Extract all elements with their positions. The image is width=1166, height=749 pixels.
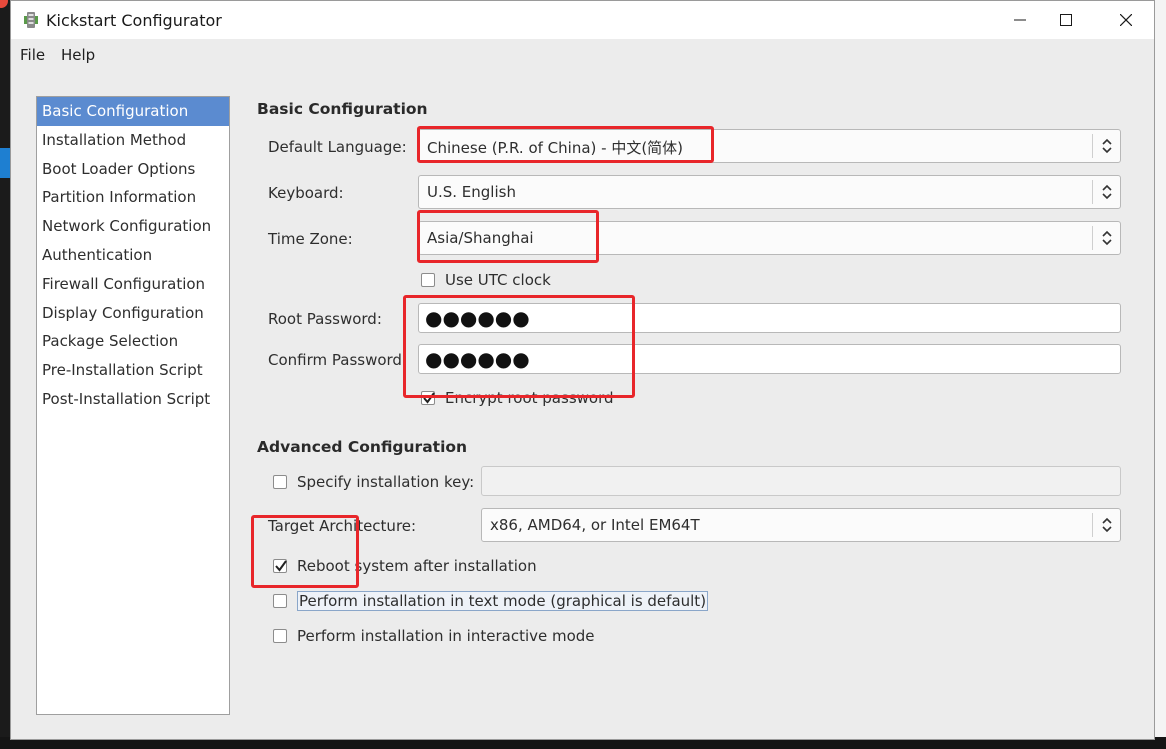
root-password-label: Root Password: [268, 310, 382, 328]
use-utc-box[interactable] [421, 273, 435, 287]
kickstart-window: Kickstart Configurator File Help Basic C… [10, 0, 1155, 740]
encrypt-password-box[interactable] [421, 391, 435, 405]
time-zone-value: Asia/Shanghai [427, 229, 534, 247]
advanced-section-title: Advanced Configuration [257, 438, 468, 456]
default-language-combo[interactable]: Chinese (P.R. of China) - 中文(简体) [418, 129, 1121, 163]
keyboard-value: U.S. English [427, 183, 516, 201]
install-key-checkbox[interactable]: Specify installation key: [273, 473, 474, 491]
confirm-password-mask: ●●●●●● [425, 347, 530, 371]
install-key-input[interactable] [481, 466, 1121, 496]
maximize-icon [1060, 14, 1072, 26]
sidebar-item-network-configuration[interactable]: Network Configuration [37, 212, 229, 241]
install-key-label: Specify installation key: [297, 473, 475, 491]
window-title: Kickstart Configurator [46, 11, 222, 30]
maximize-button[interactable] [1043, 1, 1089, 39]
desktop-highlight [0, 148, 10, 178]
minimize-button[interactable] [997, 1, 1043, 39]
encrypt-password-checkbox[interactable]: Encrypt root password [421, 389, 614, 407]
basic-section-title: Basic Configuration [257, 100, 428, 118]
root-password-input[interactable]: ●●●●●● [418, 303, 1121, 333]
use-utc-checkbox[interactable]: Use UTC clock [421, 271, 551, 289]
text-mode-label: Perform installation in text mode (graph… [297, 591, 709, 611]
root-password-mask: ●●●●●● [425, 306, 530, 330]
close-icon [1120, 14, 1132, 26]
keyboard-combo[interactable]: U.S. English [418, 175, 1121, 209]
reboot-box[interactable] [273, 559, 287, 573]
reboot-checkbox[interactable]: Reboot system after installation [273, 557, 537, 575]
reboot-label: Reboot system after installation [297, 557, 537, 575]
sidebar-item-firewall-configuration[interactable]: Firewall Configuration [37, 270, 229, 299]
app-icon [24, 12, 38, 28]
combo-arrows-icon [1092, 134, 1120, 158]
main-panel: Basic Configuration Default Language: Ch… [230, 71, 1154, 739]
menu-file[interactable]: File [20, 46, 45, 64]
checkmark-icon [423, 392, 435, 404]
default-language-value: Chinese (P.R. of China) - 中文(简体) [427, 139, 684, 157]
text-mode-box[interactable] [273, 594, 287, 608]
menu-help[interactable]: Help [61, 46, 95, 64]
interactive-mode-label: Perform installation in interactive mode [297, 627, 595, 645]
minimize-icon [1014, 19, 1026, 21]
confirm-password-label: Confirm Password: [268, 351, 408, 369]
sidebar-item-pre-installation-script[interactable]: Pre-Installation Script [37, 356, 229, 385]
title-bar[interactable]: Kickstart Configurator [11, 1, 1154, 39]
sidebar-item-display-configuration[interactable]: Display Configuration [37, 299, 229, 328]
desktop-background-left [0, 0, 10, 749]
install-key-box[interactable] [273, 475, 287, 489]
checkmark-icon [275, 560, 287, 572]
sidebar-item-package-selection[interactable]: Package Selection [37, 327, 229, 356]
combo-arrows-icon [1092, 226, 1120, 250]
sidebar-item-authentication[interactable]: Authentication [37, 241, 229, 270]
target-architecture-combo[interactable]: x86, AMD64, or Intel EM64T [481, 508, 1121, 542]
desktop-red-dot [0, 0, 8, 8]
time-zone-label: Time Zone: [268, 230, 353, 248]
sidebar-item-post-installation-script[interactable]: Post-Installation Script [37, 385, 229, 414]
sidebar-item-basic-configuration[interactable]: Basic Configuration [37, 97, 229, 126]
confirm-password-input[interactable]: ●●●●●● [418, 344, 1121, 374]
time-zone-combo[interactable]: Asia/Shanghai [418, 221, 1121, 255]
encrypt-password-label: Encrypt root password [445, 389, 614, 407]
sidebar-item-boot-loader-options[interactable]: Boot Loader Options [37, 155, 229, 184]
menu-help-label: Help [61, 46, 96, 64]
combo-arrows-icon [1092, 180, 1120, 204]
interactive-mode-box[interactable] [273, 629, 287, 643]
sidebar-item-installation-method[interactable]: Installation Method [37, 126, 229, 155]
target-architecture-value: x86, AMD64, or Intel EM64T [490, 516, 700, 534]
interactive-mode-checkbox[interactable]: Perform installation in interactive mode [273, 627, 595, 645]
use-utc-label: Use UTC clock [445, 271, 551, 289]
close-button[interactable] [1103, 1, 1149, 39]
default-language-label: Default Language: [268, 138, 407, 156]
menu-bar: File Help [11, 39, 1154, 71]
text-mode-checkbox[interactable]: Perform installation in text mode (graph… [273, 591, 709, 611]
sidebar: Basic Configuration Installation Method … [36, 96, 230, 715]
menu-file-label: File [20, 46, 46, 64]
combo-arrows-icon [1092, 513, 1120, 537]
keyboard-label: Keyboard: [268, 184, 344, 202]
target-architecture-label: Target Architecture: [268, 517, 417, 535]
sidebar-item-partition-information[interactable]: Partition Information [37, 183, 229, 212]
